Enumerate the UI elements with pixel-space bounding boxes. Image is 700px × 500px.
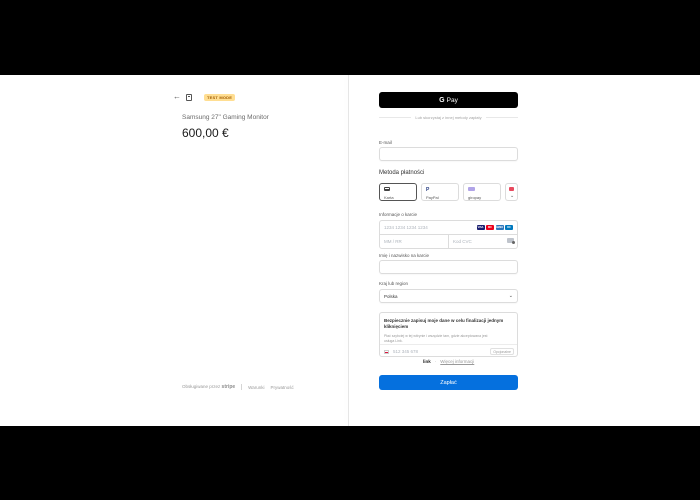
product-name: Samsung 27" Gaming Monitor — [182, 114, 269, 121]
privacy-link[interactable]: Prywatność — [271, 385, 294, 390]
pay-button[interactable]: Zapłać — [379, 375, 518, 390]
google-pay-button[interactable]: G Pay — [379, 92, 518, 108]
optional-badge: Opcjonalne — [490, 348, 514, 355]
phone-field[interactable]: 512 345 678 Opcjonalne — [380, 344, 517, 357]
cardholder-name-field[interactable] — [379, 260, 518, 274]
email-field[interactable] — [379, 147, 518, 161]
tab-card[interactable]: Karta — [379, 183, 417, 201]
expiry-placeholder: MM / RR — [384, 239, 402, 244]
or-text: Lub skorzystaj z innej metody zapłaty — [415, 115, 482, 120]
visa-icon: VISA — [476, 225, 485, 230]
chevron-down-icon: ⌄ — [508, 293, 513, 299]
summary-header: ← TEST MODE — [173, 93, 236, 101]
tab-paypal-label: PayPal — [426, 195, 439, 200]
tab-more-methods[interactable]: ⌄ — [505, 183, 518, 201]
card-brands: VISA MC AMEX DC — [476, 225, 513, 230]
paypal-icon: P — [426, 187, 430, 193]
payment-form-panel: G Pay Lub skorzystaj z innej metody zapł… — [349, 75, 700, 426]
card-icon — [384, 187, 390, 191]
link-separator: · — [434, 359, 437, 364]
country-select[interactable]: Polska ⌄ — [379, 289, 518, 303]
poland-flag-icon[interactable] — [384, 350, 389, 354]
checkout-page: ← TEST MODE Samsung 27" Gaming Monitor 6… — [0, 75, 700, 426]
product-price: 600,00 € — [182, 126, 229, 140]
link-logo: link — [423, 359, 431, 364]
cvc-card-icon — [507, 238, 515, 244]
tab-card-label: Karta — [384, 195, 394, 200]
expiry-field[interactable]: MM / RR — [380, 235, 449, 249]
order-summary-panel: ← TEST MODE Samsung 27" Gaming Monitor 6… — [0, 75, 348, 426]
payment-method-tabs: Karta P PayPal giropay ⌄ — [379, 183, 518, 201]
test-mode-badge: TEST MODE — [204, 93, 236, 101]
powered-by-text: Obsługiwane przez stripe — [182, 384, 236, 390]
link-save-checkbox[interactable]: Bezpiecznie zapisuj moje dane w celu fin… — [384, 318, 504, 330]
terms-link[interactable]: Warunki — [248, 385, 264, 390]
giropay-icon — [468, 187, 475, 191]
country-label: Kraj lub region — [379, 281, 409, 286]
amex-icon: AMEX — [495, 225, 504, 230]
diners-icon: DC — [505, 225, 513, 230]
footer-divider — [241, 384, 243, 390]
tab-paypal[interactable]: P PayPal — [421, 183, 459, 201]
tab-giropay-label: giropay — [468, 195, 482, 200]
footer-links: Obsługiwane przez stripe Warunki Prywatn… — [182, 384, 294, 390]
cvc-placeholder: Kod CVC — [453, 239, 472, 244]
gpay-label: Pay — [446, 96, 458, 104]
card-info-group: 1234 1234 1234 1234 VISA MC AMEX DC MM /… — [379, 220, 518, 249]
link-footer: link · Więcej informacji — [423, 359, 474, 364]
email-label: E-mail — [379, 140, 392, 145]
divider-line-left — [379, 117, 412, 118]
more-methods-icon — [509, 187, 514, 191]
card-number-placeholder: 1234 1234 1234 1234 — [384, 225, 428, 230]
cvc-field[interactable]: Kod CVC — [449, 235, 518, 249]
or-divider: Lub skorzystaj z innej metody zapłaty — [379, 115, 519, 120]
link-save-box: Bezpiecznie zapisuj moje dane w celu fin… — [379, 312, 518, 357]
stripe-logo[interactable]: stripe — [222, 384, 236, 390]
chevron-down-icon: ⌄ — [510, 193, 515, 199]
more-info-link[interactable]: Więcej informacji — [440, 359, 474, 364]
payment-method-title: Metoda płatności — [379, 170, 425, 176]
mastercard-icon: MC — [486, 225, 494, 230]
google-g-icon: G — [439, 96, 445, 104]
card-info-label: Informacje o karcie — [379, 212, 418, 217]
phone-placeholder: 512 345 678 — [393, 349, 419, 354]
link-description: Płać szybciej w tej witrynie i wszędzie … — [384, 334, 488, 343]
country-value: Polska — [384, 294, 398, 299]
divider-line-right — [485, 117, 519, 118]
back-arrow-icon[interactable]: ← — [173, 93, 181, 101]
cardholder-name-label: Imię i nazwisko na karcie — [379, 253, 430, 258]
store-icon — [186, 93, 192, 101]
card-number-field[interactable]: 1234 1234 1234 1234 VISA MC AMEX DC — [380, 221, 517, 235]
tab-giropay[interactable]: giropay — [463, 183, 501, 201]
